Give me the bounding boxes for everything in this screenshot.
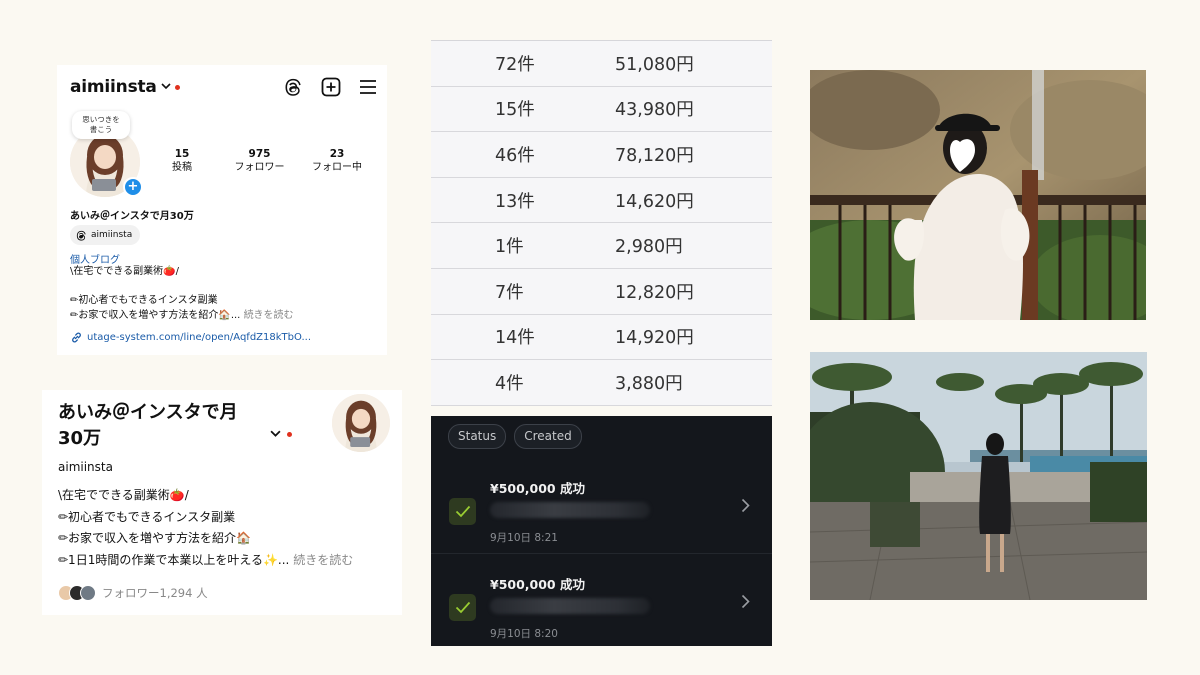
- stat-posts-count: 15: [174, 148, 190, 160]
- sales-amount: 78,120円: [615, 145, 694, 166]
- payment-row[interactable]: ¥500,000 成功 9月10日 8:20: [431, 553, 772, 648]
- threads-bio: \在宅でできる副業術🍅/ ✏初心者でもできるインスタ副業 ✏お家で収入を増やす方…: [58, 485, 353, 571]
- followers-count-text: フォロワー1,294 人: [102, 586, 208, 600]
- threads-chip-label: aimiinsta: [91, 230, 133, 240]
- stat-followers-label: フォロワー: [234, 162, 285, 173]
- add-story-plus-icon[interactable]: +: [123, 177, 143, 197]
- ig-bio-line: \在宅でできる副業術🍅/: [70, 266, 179, 277]
- threads-bio-line: ✏1日1時間の作業で本業以上を叶える✨...: [58, 552, 290, 567]
- sales-count: 14件: [495, 328, 535, 349]
- table-row: 14件 14,920円: [431, 315, 772, 361]
- ig-bio-line: ✏お家で収入を増やす方法を紹介🏠...: [70, 309, 241, 321]
- filter-created-chip[interactable]: Created: [514, 424, 582, 449]
- menu-icon[interactable]: [359, 79, 377, 95]
- stat-following[interactable]: 23 フォロー中: [307, 147, 367, 175]
- sales-count: 4件: [495, 373, 524, 394]
- stat-posts-label: 投稿: [172, 162, 192, 173]
- threads-profile-card: あいみ＠インスタで月 30万 aimiinsta \在宅でできる副業術🍅/ ✏初…: [42, 390, 402, 615]
- table-row: 15件 43,980円: [431, 87, 772, 133]
- stat-following-count: 23: [329, 148, 345, 160]
- threads-display-name: あいみ＠インスタで月 30万: [58, 402, 238, 449]
- payments-panel: Status Created ¥500,000 成功 9月10日 8:21 ¥5…: [431, 416, 772, 646]
- sales-count: 46件: [495, 145, 535, 166]
- sales-amount: 14,620円: [615, 191, 694, 212]
- success-check-icon: [449, 594, 476, 621]
- ig-bio-line: ✏初心者でもできるインスタ副業: [70, 295, 218, 306]
- payment-date: 9月10日 8:21: [490, 532, 558, 544]
- chevron-right-icon[interactable]: [741, 498, 750, 517]
- table-row: 13件 14,620円: [431, 178, 772, 224]
- sales-count: 1件: [495, 237, 524, 258]
- stat-posts[interactable]: 15 投稿: [167, 147, 197, 175]
- payment-filters: Status Created: [448, 424, 582, 449]
- sales-count: 13件: [495, 191, 535, 212]
- sales-count: 7件: [495, 282, 524, 303]
- ig-header: aimiinsta: [70, 73, 377, 101]
- note-bubble[interactable]: 思いつきを 書こう: [72, 111, 130, 139]
- profile-link[interactable]: utage-system.com/line/open/AqfdZ18kTbO..…: [70, 331, 311, 344]
- chevron-right-icon[interactable]: [741, 594, 750, 613]
- bio-link-title[interactable]: 個人ブログ: [70, 251, 120, 266]
- threads-bio-line: \在宅でできる副業術🍅/: [58, 488, 189, 502]
- ig-username[interactable]: aimiinsta: [70, 77, 157, 97]
- success-check-icon: [449, 498, 476, 525]
- ig-bio: \在宅でできる副業術🍅/ ✏初心者でもできるインスタ副業 ✏お家で収入を増やす方…: [70, 265, 294, 323]
- chevron-down-icon[interactable]: [161, 82, 171, 93]
- link-icon: [72, 332, 81, 343]
- sales-amount: 12,820円: [615, 282, 694, 303]
- threads-icon[interactable]: [284, 77, 303, 97]
- table-row: 7件 12,820円: [431, 269, 772, 315]
- table-row: 46件 78,120円: [431, 132, 772, 178]
- redacted-customer: [490, 502, 650, 518]
- sales-amount: 14,920円: [615, 328, 694, 349]
- threads-followers[interactable]: フォロワー1,294 人: [58, 585, 208, 601]
- photo-resort-pool: [810, 352, 1147, 600]
- sales-amount: 51,080円: [615, 54, 694, 75]
- filter-status-chip[interactable]: Status: [448, 424, 507, 449]
- threads-account-switcher[interactable]: [270, 430, 292, 438]
- sales-amount: 3,880円: [615, 373, 683, 394]
- notification-dot: [174, 84, 180, 90]
- threads-avatar[interactable]: [332, 394, 390, 452]
- table-row: 4件 3,880円: [431, 360, 772, 406]
- read-more-link[interactable]: 続きを読む: [293, 553, 353, 567]
- create-post-icon[interactable]: [321, 77, 341, 97]
- follower-avatars: [58, 585, 96, 601]
- ig-display-name: あいみ＠インスタで月30万: [70, 211, 194, 222]
- threads-bio-line: ✏お家で収入を増やす方法を紹介🏠: [58, 531, 251, 545]
- threads-profile-chip[interactable]: aimiinsta: [70, 225, 141, 245]
- chevron-down-icon: [270, 430, 281, 437]
- profile-link-url: utage-system.com/line/open/AqfdZ18kTbO..…: [87, 332, 311, 343]
- sales-count: 72件: [495, 54, 535, 75]
- read-more-link[interactable]: 続きを読む: [244, 310, 294, 321]
- stat-followers[interactable]: 975 フォロワー: [227, 147, 292, 175]
- sales-amount: 43,980円: [615, 100, 694, 121]
- instagram-profile-card: aimiinsta 思いつきを 書こう + 15 投稿 975 フォロワー 23…: [57, 65, 387, 355]
- threads-small-icon: [76, 230, 86, 241]
- photo-woman-white-dress: [810, 70, 1146, 320]
- stat-following-label: フォロー中: [312, 162, 362, 173]
- sales-count: 15件: [495, 100, 535, 121]
- table-row: 1件 2,980円: [431, 223, 772, 269]
- follower-avatar: [80, 585, 96, 601]
- stat-followers-count: 975: [248, 148, 271, 160]
- table-row: 72件 51,080円: [431, 41, 772, 87]
- notification-dot: [287, 431, 292, 437]
- threads-handle: aimiinsta: [58, 460, 113, 474]
- sales-summary-table: 72件 51,080円 15件 43,980円 46件 78,120円 13件 14,6…: [431, 40, 772, 406]
- payment-date: 9月10日 8:20: [490, 628, 558, 640]
- redacted-customer: [490, 598, 650, 614]
- ig-bio-line: [70, 280, 294, 295]
- payment-amount-status: ¥500,000 成功: [490, 577, 585, 592]
- payment-amount-status: ¥500,000 成功: [490, 481, 585, 496]
- sales-amount: 2,980円: [615, 237, 683, 258]
- ig-header-actions: [284, 77, 377, 97]
- payment-row[interactable]: ¥500,000 成功 9月10日 8:21: [431, 458, 772, 553]
- threads-bio-line: ✏初心者でもできるインスタ副業: [58, 509, 236, 524]
